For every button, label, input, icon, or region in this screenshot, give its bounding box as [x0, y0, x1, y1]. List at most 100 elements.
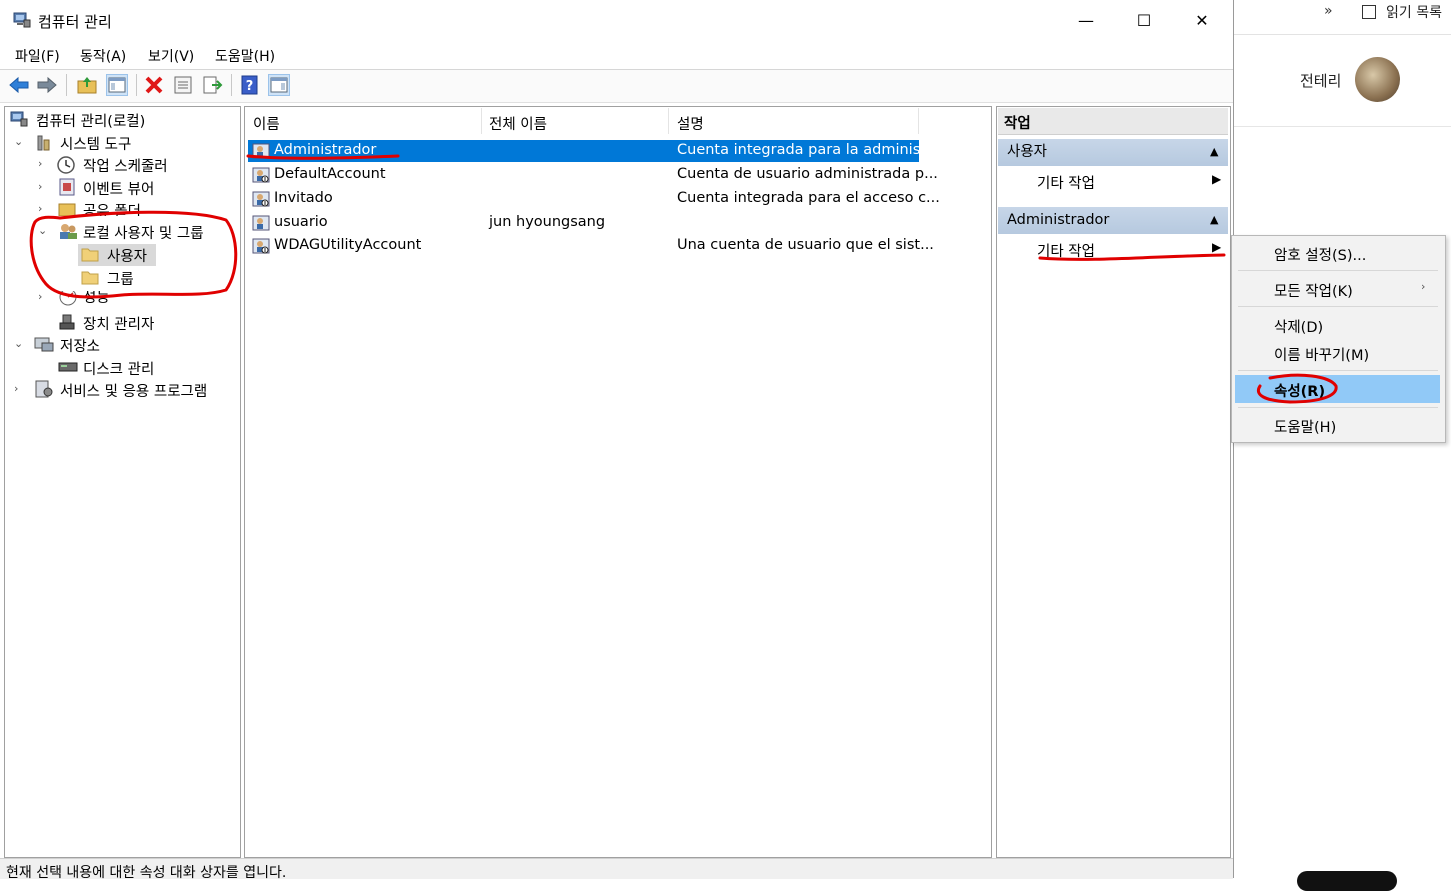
list-cell-description: Una cuenta de usuario que el sist... [677, 237, 934, 253]
forward-icon[interactable] [36, 74, 58, 96]
tree-item-storage[interactable]: ⌄ 저장소 [8, 334, 238, 356]
submenu-arrow-icon: ▶ [1212, 172, 1222, 186]
folder-icon [81, 246, 99, 262]
folder-icon [81, 269, 99, 285]
menu-item-all-tasks[interactable]: 모든 작업(K) [1274, 280, 1353, 301]
menu-file[interactable]: 파일(F) [15, 46, 60, 66]
console-tree-pane[interactable] [4, 106, 241, 858]
tree-item-groups[interactable]: 그룹 [78, 267, 178, 289]
profile-name: 전테리 [1300, 72, 1342, 90]
up-folder-icon[interactable] [76, 74, 98, 96]
chevron-right-icon[interactable]: › [38, 202, 42, 215]
title-bar[interactable] [0, 0, 1233, 42]
back-icon[interactable] [8, 74, 30, 96]
menu-separator [1238, 370, 1438, 371]
bookmarks-overflow-chevron[interactable]: » [1324, 3, 1333, 19]
column-divider[interactable] [481, 108, 482, 134]
chevron-down-icon[interactable]: ⌄ [14, 337, 23, 350]
list-row[interactable]: usuario jun hyoungsang [248, 212, 919, 234]
list-row-selected[interactable]: Administrador Cuenta integrada para la a… [248, 140, 940, 162]
tree-label: 이벤트 뷰어 [83, 182, 155, 198]
chevron-right-icon[interactable]: › [38, 291, 42, 303]
shared-folder-icon [58, 200, 76, 216]
maximize-button[interactable]: ☐ [1115, 0, 1173, 42]
list-row[interactable]: DefaultAccount Cuenta de usuario adminis… [248, 164, 938, 186]
menu-item-help[interactable]: 도움말(H) [1274, 416, 1336, 437]
tree-item-system-tools[interactable]: ⌄ 시스템 도구 [8, 132, 238, 154]
user-icon [252, 215, 270, 231]
background-bottom-button[interactable] [1297, 871, 1397, 891]
disabled-user-icon [252, 238, 270, 254]
tree-item-users[interactable]: 사용자 [78, 244, 156, 266]
collapse-up-icon[interactable]: ▲ [1210, 138, 1218, 165]
menu-item-set-password[interactable]: 암호 설정(S)... [1274, 244, 1366, 265]
services-icon [34, 380, 53, 398]
list-row[interactable]: WDAGUtilityAccount Una cuenta de usuario… [248, 235, 934, 257]
menu-item-delete[interactable]: 삭제(D) [1274, 316, 1323, 337]
device-manager-icon [58, 313, 76, 330]
event-viewer-icon [58, 178, 76, 196]
actions-more-administrador[interactable]: 기타 작업 ▶ [998, 237, 1228, 263]
tree-item-disk-management[interactable]: 디스크 관리 [8, 357, 238, 379]
tree-label: 저장소 [60, 339, 101, 355]
menu-view[interactable]: 보기(V) [148, 46, 194, 66]
reading-list-icon [1362, 5, 1376, 19]
chevron-right-icon[interactable]: › [38, 180, 42, 193]
menu-separator [1238, 306, 1438, 307]
reading-list-button[interactable]: 읽기 목록 [1362, 2, 1442, 22]
computer-management-icon [10, 111, 28, 127]
column-divider[interactable] [668, 108, 669, 134]
actions-section-administrador[interactable]: Administrador ▲ [998, 207, 1228, 234]
menu-separator [1238, 407, 1438, 408]
tree-item-services-apps[interactable]: › 서비스 및 응용 프로그램 [8, 379, 238, 401]
tree-item-shared-folders[interactable]: › 공유 폴더 [8, 199, 238, 216]
svg-text:?: ? [246, 79, 254, 94]
column-header-description[interactable]: 설명 [677, 113, 704, 134]
system-tools-icon [34, 134, 52, 151]
delete-icon[interactable] [143, 74, 165, 96]
more-actions-label: 기타 작업 [1037, 176, 1095, 192]
export-list-icon[interactable] [201, 74, 223, 96]
column-header-name[interactable]: 이름 [253, 113, 280, 134]
menu-item-rename[interactable]: 이름 바꾸기(M) [1274, 344, 1369, 365]
actions-section-label: Administrador [1007, 212, 1110, 228]
users-group-icon [58, 222, 77, 239]
properties-icon[interactable] [172, 74, 194, 96]
chevron-down-icon[interactable]: ⌄ [38, 224, 47, 237]
profile-avatar[interactable] [1355, 57, 1400, 102]
tree-item-local-users-groups[interactable]: ⌄ 로컬 사용자 및 그룹 [8, 221, 238, 243]
actions-more-users[interactable]: 기타 작업 ▶ [998, 169, 1228, 195]
action-pane-icon[interactable] [268, 74, 290, 96]
menu-item-properties[interactable]: 속성(R) [1274, 380, 1325, 401]
list-row[interactable]: Invitado Cuenta integrada para el acceso… [248, 188, 940, 210]
chevron-right-icon[interactable]: › [14, 382, 18, 395]
tree-item-root[interactable]: 컴퓨터 관리(로컬) [8, 109, 238, 131]
menu-help[interactable]: 도움말(H) [215, 46, 275, 66]
help-icon[interactable]: ? [239, 74, 261, 96]
tree-label: 서비스 및 응용 프로그램 [60, 384, 208, 400]
tree-item-event-viewer[interactable]: › 이벤트 뷰어 [8, 177, 238, 199]
chevron-right-icon[interactable]: › [38, 157, 42, 170]
tree-label: 로컬 사용자 및 그룹 [83, 226, 204, 242]
list-cell-description: Cuenta integrada para el acceso c... [677, 190, 940, 206]
disabled-user-icon [252, 167, 270, 183]
close-button[interactable]: ✕ [1173, 0, 1231, 42]
chevron-down-icon[interactable]: ⌄ [14, 135, 23, 148]
tree-label: 성능 [83, 291, 110, 306]
show-hide-tree-icon[interactable] [106, 74, 128, 96]
minimize-button[interactable]: — [1057, 0, 1115, 42]
performance-icon [58, 291, 77, 306]
clock-icon [56, 155, 75, 174]
actions-section-users[interactable]: 사용자 ▲ [998, 139, 1228, 166]
menu-action[interactable]: 동작(A) [80, 46, 126, 66]
tree-item-performance[interactable]: › 성능 [8, 291, 238, 307]
tree-item-device-manager[interactable]: 장치 관리자 [8, 312, 238, 334]
list-cell-description: Cuenta de usuario administrada p... [677, 166, 938, 182]
column-divider[interactable] [918, 108, 919, 134]
menu-item-properties-highlight[interactable] [1235, 375, 1440, 403]
column-header-full-name[interactable]: 전체 이름 [489, 113, 547, 134]
tree-item-task-scheduler[interactable]: › 작업 스케줄러 [8, 154, 238, 176]
list-cell-name: DefaultAccount [274, 166, 386, 182]
more-actions-label: 기타 작업 [1037, 244, 1095, 260]
collapse-up-icon[interactable]: ▲ [1210, 206, 1218, 233]
